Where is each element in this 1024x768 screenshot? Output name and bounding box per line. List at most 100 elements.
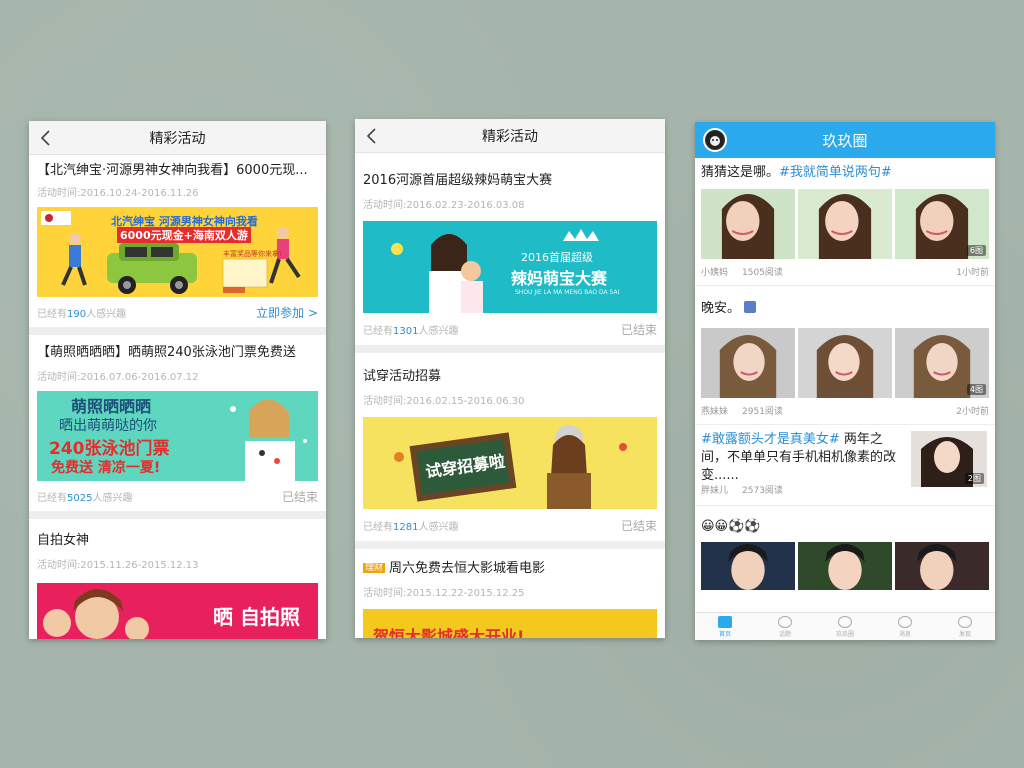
interest-count: 已经有190人感兴趣	[37, 305, 126, 320]
photo-thumbnail[interactable]	[701, 189, 795, 259]
tab-label: 消息	[898, 630, 911, 638]
topic-tag[interactable]: #敢露额头才是真美女#	[701, 432, 840, 447]
banner-line-2: 辣妈萌宝大赛	[511, 269, 608, 288]
message-icon	[898, 615, 912, 628]
header-bar: 玖玖圈	[695, 122, 995, 158]
photo-thumbnail[interactable]: 2图	[911, 431, 987, 487]
interest-suffix: 人感兴趣	[418, 325, 459, 337]
tab-label: 首页	[718, 630, 731, 638]
photo-thumbnail[interactable]	[701, 542, 795, 590]
circle-icon	[838, 615, 852, 628]
author-name[interactable]: 小姨妈	[701, 268, 728, 278]
tab-label: 话题	[778, 630, 791, 638]
read-count: 1505阅读	[742, 267, 783, 278]
page-title: 精彩活动	[482, 128, 538, 145]
page-title: 精彩活动	[149, 130, 206, 147]
activity-banner[interactable]: 试穿招募啦	[363, 417, 657, 509]
tab-circle[interactable]: 玖玖圈	[815, 613, 875, 640]
activity-footer: 已经有1281人感兴趣 已结束	[363, 509, 657, 541]
read-count: 2951阅读	[742, 406, 783, 417]
mama-banner-art	[363, 221, 657, 313]
interest-count: 已经有1301人感兴趣	[363, 322, 458, 337]
feed-post[interactable]: 😀😀⚽⚽	[695, 508, 995, 590]
tab-home[interactable]: 首页	[695, 613, 755, 640]
join-now-link[interactable]: 立即参加 >	[256, 304, 318, 321]
activity-banner[interactable]: 2016首届超级 辣妈萌宝大赛 SHOU JIE LA MA MENG BAO …	[363, 221, 657, 313]
tab-discover[interactable]: 发现	[935, 613, 995, 640]
post-time: 2小时前	[956, 406, 989, 417]
trial-banner-art	[363, 417, 657, 509]
phone-screen-activities-1: 精彩活动 【北汽绅宝·河源男神女神向我看】6000元现... 活动时间:2016…	[29, 121, 326, 639]
photo-grid	[701, 542, 989, 590]
topic-tag[interactable]: #我就简单说两句#	[779, 165, 892, 180]
banner-text: 贺恒大影城盛大开业!	[373, 627, 525, 638]
tab-label: 玖玖圈	[835, 630, 854, 638]
feed-post[interactable]: 猜猜这是哪。#我就简单说两句# 6图 小姨妈 1505阅读 1小时前	[695, 158, 995, 283]
interest-suffix: 人感兴趣	[86, 308, 127, 320]
interest-prefix: 已经有	[363, 521, 393, 533]
photo-thumbnail[interactable]	[798, 189, 892, 259]
banner-line-1: 2016首届超级	[521, 251, 593, 264]
status-ended: 已结束	[620, 322, 657, 337]
activity-card[interactable]: 理财 周六免费去恒大影城看电影 活动时间:2015.12.22-2015.12.2…	[355, 549, 665, 638]
photo-thumbnail[interactable]	[798, 328, 892, 398]
tab-messages[interactable]: 消息	[875, 613, 935, 640]
feed-post[interactable]: #敢露额头才是真美女# 两年之间，不单单只有手机相机像素的改变...... 2图…	[695, 427, 995, 503]
topic-icon	[778, 615, 792, 628]
photo-thumbnail[interactable]: 4图	[895, 328, 989, 398]
activity-footer: 已经有190人感兴趣 立即参加 >	[37, 297, 318, 327]
back-arrow-icon[interactable]	[39, 130, 53, 146]
status-ended: 已结束	[281, 489, 318, 504]
banner-subtitle: 丰富奖品等你来拿!	[223, 250, 282, 258]
interest-suffix: 人感兴趣	[418, 521, 459, 533]
activity-banner[interactable]: 晒 自拍照	[37, 583, 318, 639]
banner-text: 晒 自拍照	[213, 605, 300, 629]
read-count: 2573阅读	[742, 485, 783, 496]
activity-banner[interactable]: 萌照晒晒晒 晒出萌萌哒的你 240张泳池门票 免费送 清凉一夏!	[37, 391, 318, 481]
author-name[interactable]: 燕妹妹	[701, 407, 728, 417]
banner-line-3: 240张泳池门票	[49, 439, 170, 459]
activity-banner[interactable]: 贺恒大影城盛大开业!	[363, 609, 657, 638]
photo-count-badge: 6图	[966, 245, 986, 256]
post-meta: 燕妹妹 2951阅读 2小时前	[701, 398, 989, 422]
header-bar: 精彩活动	[355, 119, 665, 153]
interest-number: 190	[67, 308, 87, 320]
author-name[interactable]: 胖妹儿	[701, 486, 728, 496]
banner-cash: 6000元现金+海南双人游	[117, 227, 251, 243]
banner-line-2: 晒出萌萌哒的你	[59, 418, 157, 434]
activity-card[interactable]: 试穿活动招募 活动时间:2016.02.15-2016.06.30 试穿招募啦 …	[355, 353, 665, 541]
divider	[695, 505, 995, 506]
photo-count-badge: 4图	[966, 384, 986, 395]
activity-time: 活动时间:2016.10.24-2016.11.26	[37, 188, 199, 199]
photo-thumbnail[interactable]: 6图	[895, 189, 989, 259]
activity-footer: 已经有5025人感兴趣 已结束	[37, 481, 318, 511]
activity-banner[interactable]: 北汽绅宝 河源男神女神向我看 6000元现金+海南双人游 丰富奖品等你来拿!	[37, 207, 318, 297]
post-text: 猜猜这是哪。#我就简单说两句#	[701, 158, 989, 182]
post-time: 1小时前	[956, 267, 989, 278]
bottom-tab-bar: 首页 话题 玖玖圈 消息 发现	[695, 612, 995, 640]
post-body: 猜猜这是哪。	[701, 165, 780, 180]
avatar[interactable]	[703, 128, 727, 152]
photo-thumbnail[interactable]	[895, 542, 989, 590]
feed-post[interactable]: 晚安。 4图 燕妹妹 2951阅读 2小时前	[695, 288, 995, 422]
banner-line-1: 萌照晒晒晒	[71, 397, 152, 416]
activity-footer: 已经有1301人感兴趣 已结束	[363, 313, 657, 345]
activity-card[interactable]: 2016河源首届超级辣妈萌宝大赛 活动时间:2016.02.23-2016.03…	[355, 153, 665, 345]
photo-grid: 6图	[701, 189, 989, 259]
photo-thumbnail[interactable]	[798, 542, 892, 590]
tab-topics[interactable]: 话题	[755, 613, 815, 640]
activity-card[interactable]: 【北汽绅宝·河源男神女神向我看】6000元现... 活动时间:2016.10.2…	[29, 155, 326, 327]
post-body: 晚安。	[701, 301, 741, 316]
activity-time: 活动时间:2016.02.23-2016.03.08	[363, 200, 525, 211]
post-text: 晚安。	[701, 288, 989, 318]
interest-count: 已经有5025人感兴趣	[37, 489, 132, 504]
activity-card[interactable]: 【萌照晒晒晒】晒萌照240张泳池门票免费送 活动时间:2016.07.06-20…	[29, 335, 326, 511]
interest-number: 5025	[67, 492, 93, 504]
back-arrow-icon[interactable]	[365, 128, 379, 144]
interest-number: 1281	[393, 521, 419, 533]
photo-thumbnail[interactable]	[701, 328, 795, 398]
photo-grid: 4图	[701, 328, 989, 398]
category-badge: 理财	[363, 563, 386, 573]
banner-line-3: SHOU JIE LA MA MENG BAO DA SAI	[515, 289, 620, 296]
activity-card[interactable]: 自拍女神 活动时间:2015.11.26-2015.12.13 晒 自拍照	[29, 519, 326, 639]
